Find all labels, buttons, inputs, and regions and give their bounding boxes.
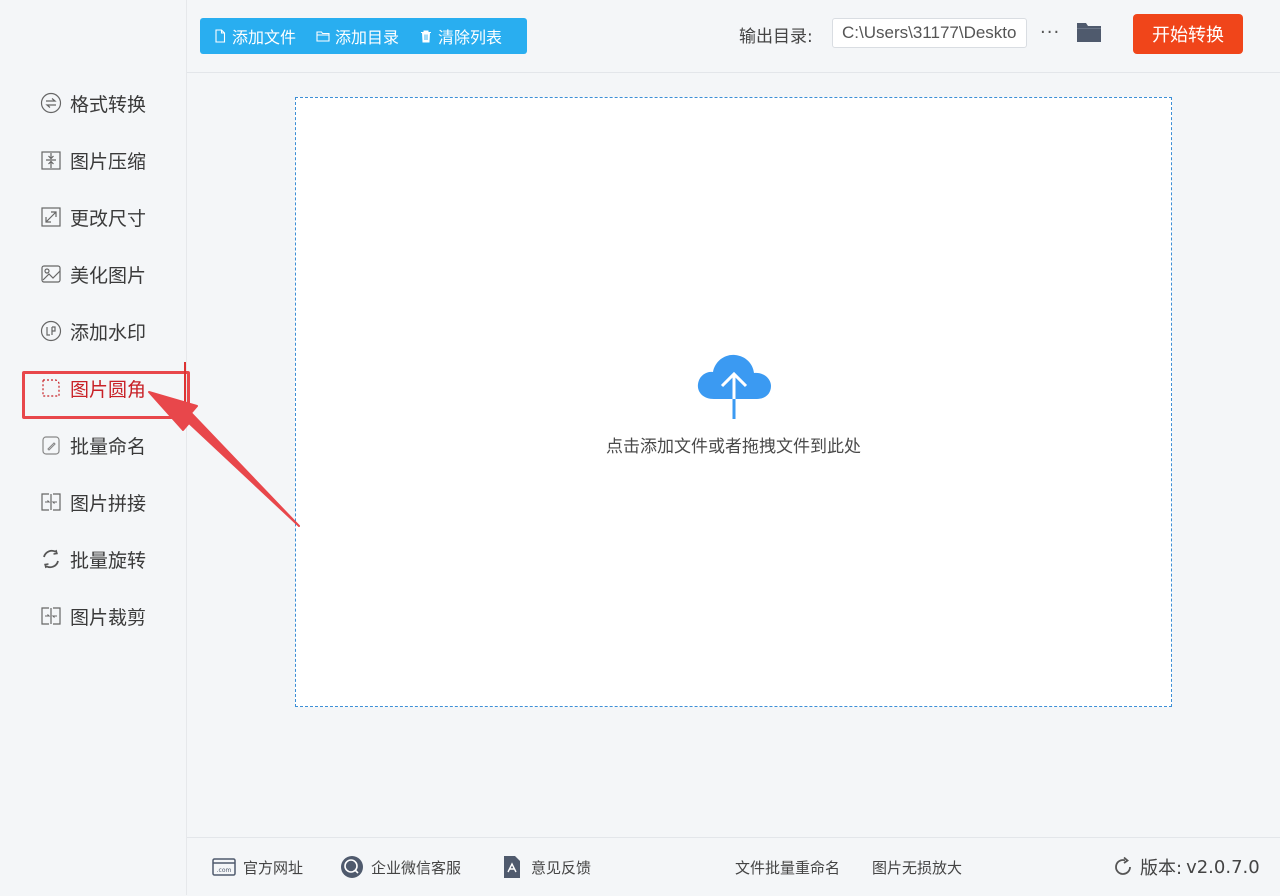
feedback-link[interactable]: 意见反馈 bbox=[500, 838, 591, 896]
rotate-icon bbox=[40, 548, 62, 570]
sidebar-item-label: 图片压缩 bbox=[70, 150, 147, 173]
version-info[interactable]: 版本: v2.0.7.0 bbox=[1112, 838, 1260, 896]
website-icon: .com bbox=[212, 855, 236, 879]
file-button-group: 添加文件 添加目录 清除列表 bbox=[200, 18, 527, 54]
batch-rename-label: 文件批量重命名 bbox=[735, 858, 841, 877]
more-options-button[interactable]: ··· bbox=[1040, 22, 1060, 43]
lossless-enlarge-label: 图片无损放大 bbox=[872, 858, 963, 877]
output-dir-label: 输出目录: bbox=[739, 27, 813, 47]
format-convert-icon bbox=[40, 92, 62, 114]
rename-icon bbox=[40, 434, 62, 456]
version-number: v2.0.7.0 bbox=[1186, 856, 1260, 878]
crop-icon bbox=[40, 605, 62, 627]
version-label: 版本: bbox=[1140, 858, 1183, 879]
sidebar-item-rotate[interactable]: 批量旋转 bbox=[40, 544, 146, 574]
add-file-label: 添加文件 bbox=[232, 28, 297, 47]
cloud-upload-icon bbox=[696, 353, 772, 421]
start-convert-button[interactable]: 开始转换 bbox=[1133, 14, 1243, 54]
watermark-icon bbox=[40, 320, 62, 342]
sidebar-item-label: 图片拼接 bbox=[70, 492, 147, 515]
highlight-box bbox=[22, 371, 190, 419]
sidebar-item-label: 添加水印 bbox=[70, 321, 147, 344]
compress-icon bbox=[40, 149, 62, 171]
drop-zone-hint: 点击添加文件或者拖拽文件到此处 bbox=[606, 437, 861, 457]
refresh-icon bbox=[1112, 856, 1134, 878]
beautify-icon bbox=[40, 263, 62, 285]
sidebar-item-label: 美化图片 bbox=[70, 264, 147, 287]
wechat-icon bbox=[340, 855, 364, 879]
sidebar-active-marker bbox=[184, 362, 186, 420]
sidebar-item-crop[interactable]: 图片裁剪 bbox=[40, 601, 146, 631]
sidebar-item-resize[interactable]: 更改尺寸 bbox=[40, 202, 146, 232]
lossless-enlarge-link[interactable]: 图片无损放大 bbox=[872, 838, 962, 896]
sidebar-item-label: 图片裁剪 bbox=[70, 606, 147, 629]
sidebar-item-label: 批量旋转 bbox=[70, 549, 147, 572]
clear-list-label: 清除列表 bbox=[438, 28, 503, 47]
add-folder-button[interactable]: 添加目录 bbox=[303, 18, 406, 54]
feedback-label: 意见反馈 bbox=[531, 858, 592, 877]
sidebar-item-format-convert[interactable]: 格式转换 bbox=[40, 88, 146, 118]
folder-outline-icon bbox=[316, 29, 330, 43]
wechat-label: 企业微信客服 bbox=[371, 858, 462, 877]
join-icon bbox=[40, 491, 62, 513]
sidebar-item-label: 格式转换 bbox=[70, 93, 147, 116]
wechat-service-link[interactable]: 企业微信客服 bbox=[340, 838, 461, 896]
sidebar-item-beautify[interactable]: 美化图片 bbox=[40, 259, 146, 289]
footer: .com 官方网址 企业微信客服 意见反馈 文件批量重命名 图片无损放大 版本:… bbox=[187, 837, 1280, 896]
svg-text:.com: .com bbox=[217, 867, 232, 874]
add-file-button[interactable]: 添加文件 bbox=[200, 18, 303, 54]
add-folder-label: 添加目录 bbox=[335, 28, 400, 47]
sidebar-item-compress[interactable]: 图片压缩 bbox=[40, 145, 146, 175]
sidebar-item-join[interactable]: 图片拼接 bbox=[40, 487, 146, 517]
trash-icon bbox=[419, 29, 433, 43]
resize-icon bbox=[40, 206, 62, 228]
sidebar-item-rename[interactable]: 批量命名 bbox=[40, 430, 146, 460]
sidebar: 格式转换 图片压缩 更改尺寸 美化图片 添加水印 图片圆角 批量命名 图片拼接 … bbox=[0, 0, 190, 895]
sidebar-item-watermark[interactable]: 添加水印 bbox=[40, 316, 146, 346]
batch-rename-link[interactable]: 文件批量重命名 bbox=[735, 838, 840, 896]
sidebar-item-label: 批量命名 bbox=[70, 435, 147, 458]
website-link[interactable]: .com 官方网址 bbox=[212, 838, 303, 896]
sidebar-item-label: 更改尺寸 bbox=[70, 207, 147, 230]
file-icon bbox=[213, 29, 227, 43]
open-folder-icon[interactable] bbox=[1076, 20, 1102, 44]
output-dir-input[interactable] bbox=[832, 18, 1027, 48]
file-drop-zone[interactable]: 点击添加文件或者拖拽文件到此处 bbox=[295, 97, 1172, 707]
toolbar: 添加文件 添加目录 清除列表 输出目录: ··· 开始转换 bbox=[187, 0, 1280, 73]
feedback-icon bbox=[500, 855, 524, 879]
website-label: 官方网址 bbox=[243, 858, 304, 877]
clear-list-button[interactable]: 清除列表 bbox=[406, 18, 509, 54]
